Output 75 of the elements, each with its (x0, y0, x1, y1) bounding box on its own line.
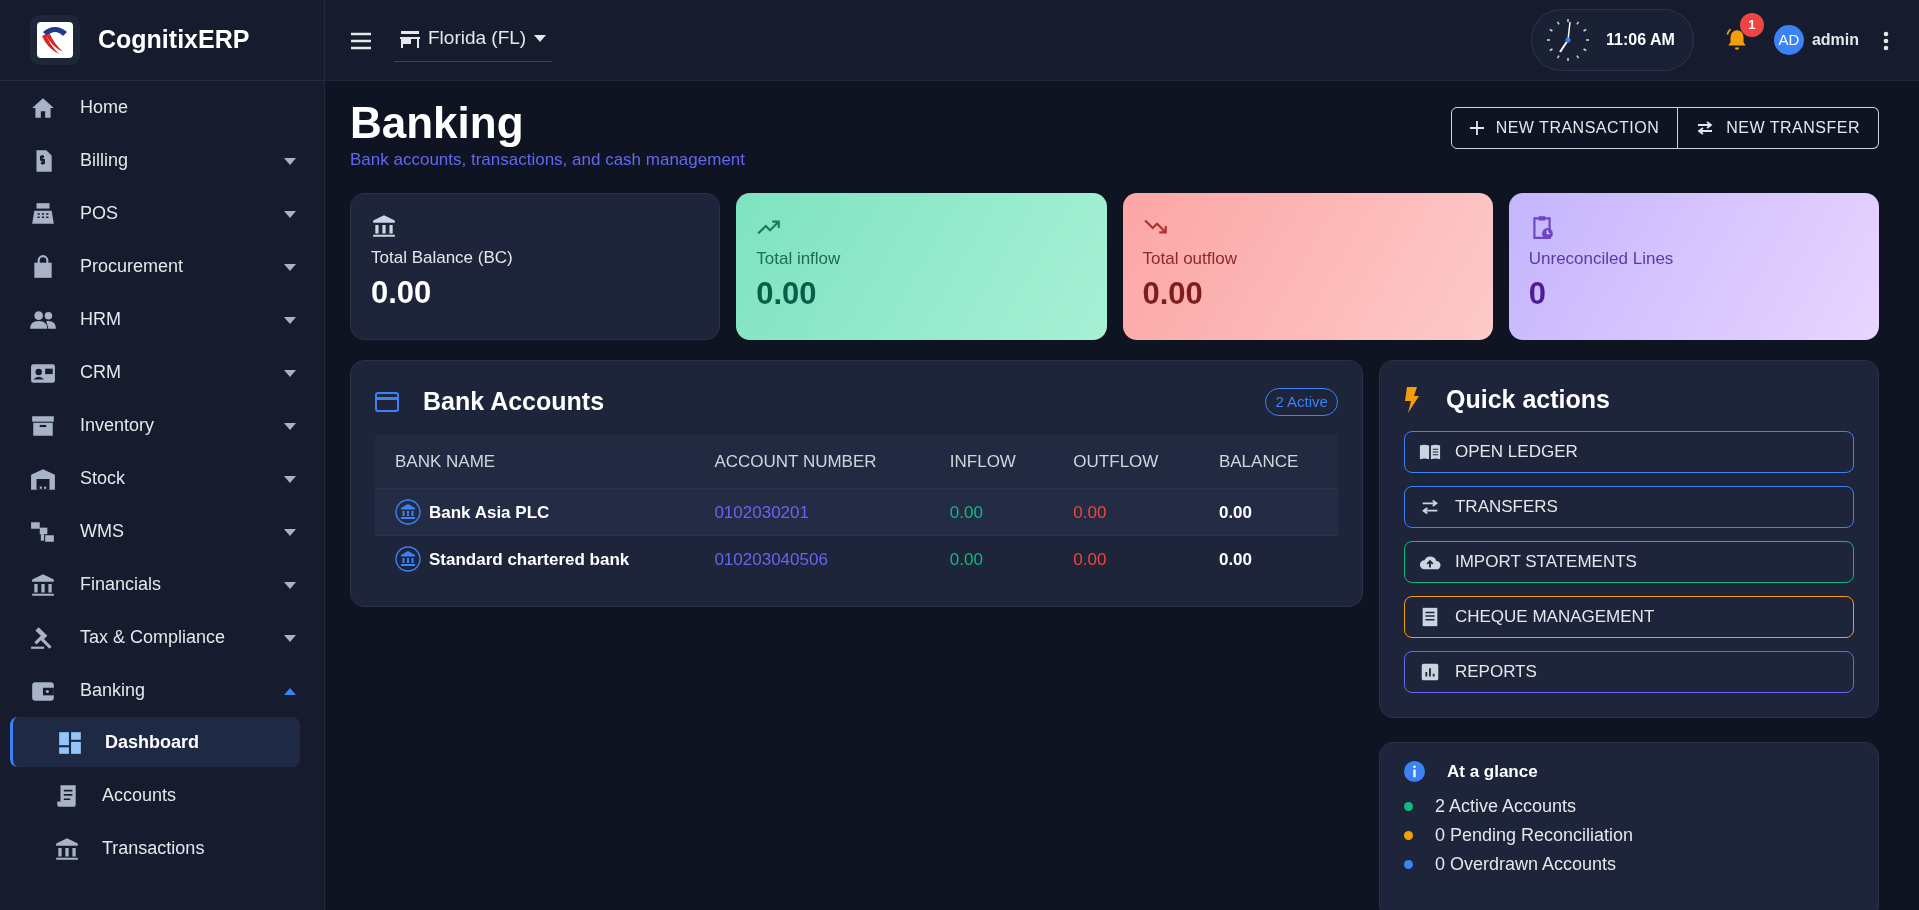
stat-value: 0.00 (1142, 275, 1204, 314)
cash-register-icon (30, 200, 56, 227)
dashboard-icon (57, 729, 83, 756)
table-cell: 0.00 (949, 502, 983, 522)
glance-text: 0 Pending Reconciliation (1434, 824, 1634, 848)
plus-icon (1469, 121, 1484, 135)
quick-action-button[interactable]: TRANSFERS (1403, 485, 1854, 528)
sidebar-item[interactable]: Stock (0, 452, 324, 505)
column-header: OUTFLOW (1053, 434, 1199, 489)
quick-action-button[interactable]: CHEQUE MANAGEMENT (1403, 595, 1854, 638)
stat-value: 0 (1528, 275, 1547, 314)
sidebar-item[interactable]: CRM (0, 346, 324, 399)
lightning-icon (1403, 386, 1420, 413)
card-title: Bank Accounts (423, 386, 605, 418)
sidebar-item[interactable]: Banking (0, 664, 324, 717)
sidebar-item[interactable]: Inventory (0, 399, 324, 452)
bank-icon (371, 212, 397, 239)
stat-value: 0.00 (371, 274, 433, 313)
logo-icon (30, 15, 80, 65)
page-title: Banking (350, 99, 525, 148)
swap-arrows-icon (1696, 121, 1715, 135)
glance-text: 2 Active Accounts (1434, 795, 1577, 819)
page-subtitle: Bank accounts, transactions, and cash management (350, 149, 745, 172)
clock-time: 11:06 AM (1606, 30, 1675, 50)
sidebar-item[interactable]: POS (0, 187, 324, 240)
user-name: admin (1811, 30, 1859, 50)
bank-name: Standard chartered bank (429, 548, 630, 571)
store-selector[interactable]: Florida (FL) (394, 18, 553, 62)
column-header: BALANCE (1198, 434, 1338, 489)
bank-name: Bank Asia PLC (429, 501, 550, 524)
quick-action-button[interactable]: IMPORT STATEMENTS (1403, 540, 1854, 583)
table-cell: 0.00 (949, 549, 983, 569)
user-menu[interactable]: AD admin (1773, 25, 1859, 55)
table-cell: 0.00 (1073, 549, 1107, 569)
table-cell: 0.00 (1218, 502, 1252, 522)
bank-icon (30, 571, 56, 598)
sidebar-item[interactable]: Procurement (0, 240, 324, 293)
sidebar-item[interactable]: HRM (0, 293, 324, 346)
info-icon (1403, 761, 1425, 783)
sidebar-subitem[interactable]: Accounts (10, 770, 300, 820)
card-title: Quick actions (1445, 384, 1610, 416)
table-cell: 0.00 (1073, 502, 1107, 522)
action-button[interactable]: NEW TRANSFER (1678, 107, 1879, 149)
caret-icon (534, 34, 547, 43)
stat-label: Total Balance (BC) (371, 246, 514, 269)
stat-label: Total outflow (1142, 247, 1238, 270)
bank-icon (54, 835, 80, 862)
stat-label: Total inflow (756, 247, 842, 270)
stat-label: Unreconciled Lines (1528, 247, 1675, 270)
card-title: At a glance (1446, 760, 1538, 783)
notification-count: 1 (1739, 13, 1764, 37)
sidebar-item[interactable]: Financials (0, 558, 324, 611)
sidebar-item[interactable]: WMS (0, 505, 324, 558)
glance-text: 0 Overdrawn Accounts (1434, 853, 1617, 877)
sidebar-item[interactable]: Home (0, 81, 324, 134)
quick-action-button[interactable]: REPORTS (1403, 650, 1854, 693)
card-icon (375, 391, 399, 412)
table-row[interactable]: Bank Asia PLC 0102030201 0.00 0.00 0.00 (375, 488, 1338, 536)
bank-icon (395, 546, 421, 573)
sidebar-item[interactable]: Tax & Compliance (0, 611, 324, 664)
stat-value: 0.00 (756, 275, 818, 314)
brand-name: CognitixERP (98, 24, 250, 56)
table-cell: 0.00 (1218, 549, 1252, 569)
bank-icon (395, 499, 421, 526)
column-header: ACCOUNT NUMBER (694, 434, 930, 489)
action-button[interactable]: NEW TRANSACTION (1450, 107, 1679, 149)
user-avatar: AD (1773, 25, 1804, 55)
table-row[interactable]: Standard chartered bank 010203040506 0.00 0.00 0.00 (375, 535, 1338, 583)
sidebar-subitem[interactable]: Dashboard (10, 717, 300, 767)
column-header: BANK NAME (375, 434, 695, 489)
column-header: INFLOW (929, 434, 1054, 489)
store-name: Florida (FL) (428, 26, 527, 51)
quick-action-button[interactable]: OPEN LEDGER (1403, 430, 1854, 473)
sidebar-subitem[interactable]: Transactions (10, 823, 300, 873)
sidebar-item[interactable]: Billing (0, 134, 324, 187)
